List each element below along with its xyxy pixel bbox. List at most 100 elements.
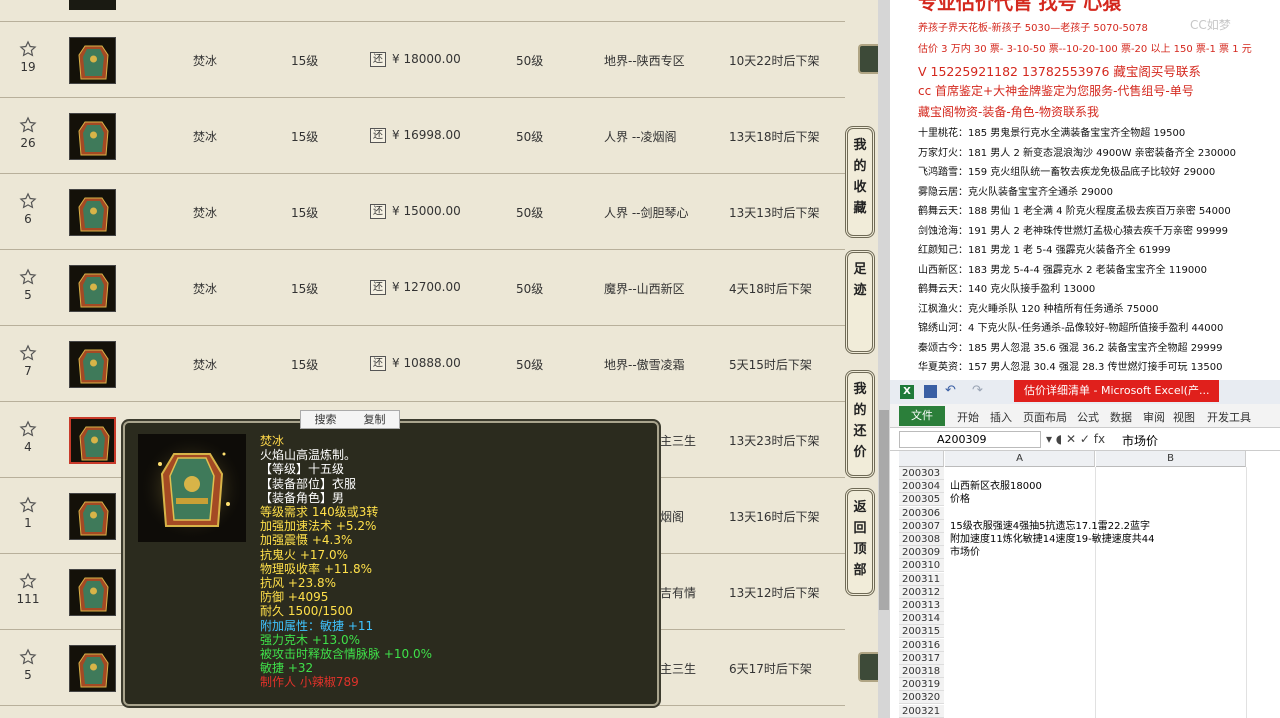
favorite-star-icon[interactable]: 111 (16, 572, 40, 606)
note-line: 秦颂古今：185 男人忽混 35.6 强混 36.2 装备宝宝齐全物超 2999… (918, 342, 1223, 354)
item-thumbnail[interactable] (69, 569, 116, 616)
row-header[interactable]: 200313 (899, 599, 944, 612)
row-header[interactable]: 200309 (899, 546, 944, 560)
item-name[interactable]: 焚冰 (193, 204, 217, 221)
item-name[interactable]: 焚冰 (193, 128, 217, 145)
favorite-count: 7 (24, 364, 32, 378)
favorite-star-icon[interactable]: 5 (16, 268, 40, 302)
save-icon[interactable] (924, 385, 937, 398)
item-level: 15级 (291, 206, 319, 220)
row-header[interactable]: 200320 (899, 691, 944, 705)
cell-a[interactable]: 山西新区衣服18000 (950, 480, 1042, 493)
name-box[interactable]: A200309 (899, 431, 1041, 448)
favorite-star-icon[interactable]: 7 (16, 344, 40, 378)
ribbon-tab[interactable]: 审阅 (1143, 409, 1165, 425)
my-favorites-button[interactable]: 我的收藏 (845, 126, 875, 238)
ribbon-tab[interactable]: 公式 (1077, 409, 1099, 425)
row-header[interactable]: 200305 (899, 493, 944, 507)
my-offers-button[interactable]: 我的还价 (845, 370, 875, 478)
column-header-corner (899, 451, 944, 467)
item-price: 还 ¥ 10888.00 (370, 356, 461, 371)
favorite-star-icon[interactable]: 4 (16, 420, 40, 454)
row-header[interactable]: 200316 (899, 638, 944, 652)
row-header[interactable]: 200307 (899, 519, 944, 533)
cell-a[interactable]: 价格 (950, 493, 970, 506)
expand-icon[interactable] (858, 44, 878, 74)
item-name[interactable]: 焚冰 (193, 356, 217, 373)
bargain-tag-icon: 还 (370, 204, 386, 219)
bargain-tag-icon: 还 (370, 356, 386, 371)
item-name[interactable]: 焚冰 (193, 280, 217, 297)
ribbon-tab[interactable]: 开始 (957, 409, 979, 425)
tooltip-line: 制作人 小辣椒789 (260, 675, 359, 690)
note-line: 飞鸿踏雪：159 克火组队统一畜牧去疾龙免极品底子比较好 29000 (918, 167, 1216, 178)
ribbon-tab[interactable]: 开发工具 (1207, 409, 1251, 425)
listing-row[interactable]: 6 焚冰 15级 还 ¥ 15000.00 50级 人界 --剑胆琴心 13天13时后下架 (0, 174, 845, 250)
row-header[interactable]: 200303 (899, 467, 944, 480)
redo-icon[interactable]: ↷ (972, 383, 983, 398)
item-thumbnail[interactable] (69, 265, 116, 312)
ribbon-tab[interactable]: 数据 (1110, 409, 1132, 425)
item-level: 15级 (291, 54, 319, 68)
row-header[interactable]: 200318 (899, 665, 944, 678)
item-thumbnail[interactable] (69, 37, 116, 84)
ribbon-tab[interactable]: 插入 (990, 409, 1012, 425)
favorite-star-icon[interactable]: 19 (16, 40, 40, 74)
expand-icon[interactable] (858, 652, 878, 682)
listing-scrollbar[interactable] (878, 0, 890, 718)
cell-a[interactable]: 市场价 (950, 546, 980, 559)
item-thumbnail[interactable] (69, 493, 116, 540)
item-thumbnail[interactable] (69, 417, 116, 464)
favorite-star-icon[interactable]: 1 (16, 496, 40, 530)
back-to-top-button[interactable]: 返回顶部 (845, 488, 875, 596)
listing-row[interactable]: 26 焚冰 15级 还 ¥ 16998.00 50级 人界 --凌烟阁 13天18时后下架 (0, 98, 845, 174)
row-header[interactable]: 200308 (899, 533, 944, 546)
ribbon-tab[interactable]: 文件 (899, 406, 945, 426)
favorite-star-icon[interactable]: 6 (16, 192, 40, 226)
favorite-star-icon[interactable]: 5 (16, 648, 40, 682)
note-line: 剑蚀沧海：191 男人 2 老神珠传世燃灯孟极心猿去疾千万亲密 99999 (918, 225, 1228, 237)
server-name: 地界--傲雪凌霜 (604, 358, 685, 372)
listing-time-left: 5天15时后下架 (729, 358, 812, 372)
item-thumbnail[interactable] (69, 341, 116, 388)
note-line: cc 首席鉴定+大神金牌鉴定为您服务-代售组号-单号 (918, 84, 1194, 98)
listing-row[interactable]: 5 焚冰 15级 还 ¥ 12700.00 50级 魔界--山西新区 4天18时后下架 (0, 250, 845, 326)
row-header[interactable]: 200321 (899, 704, 944, 718)
footprints-button[interactable]: 足迹 (845, 250, 875, 354)
row-header[interactable]: 200317 (899, 651, 944, 665)
listing-row[interactable]: 7 焚冰 15级 还 ¥ 10888.00 50级 地界--傲雪凌霜 5天15时后下架 (0, 326, 845, 402)
tooltip-line: 强力克木 +13.0% (260, 632, 360, 647)
tooltip-line: 抗鬼火 +17.0% (260, 547, 348, 562)
row-header[interactable]: 200310 (899, 559, 944, 573)
column-header-a[interactable]: A (945, 451, 1095, 467)
note-line: 万家灯火：181 男人 2 新变态混浪淘沙 4900W 亲密装备齐全 23000… (918, 147, 1237, 159)
item-thumbnail[interactable] (69, 113, 116, 160)
row-header[interactable]: 200315 (899, 625, 944, 639)
item-thumbnail[interactable] (69, 189, 116, 236)
ribbon-tab[interactable]: 视图 (1173, 409, 1195, 425)
undo-icon[interactable]: ↶ (945, 383, 956, 398)
cell-a[interactable]: 15级衣服强速4强抽5抗遗忘17.1雷22.2蓝字 (950, 520, 1150, 533)
formula-buttons[interactable]: ▾ ◖ ✕ ✓ fx (1046, 432, 1105, 446)
column-header-b[interactable]: B (1096, 451, 1246, 467)
cell-a[interactable]: 附加速度11炼化敏捷14速度19-敏捷速度共44 (950, 533, 1155, 546)
tooltip-line: 【等级】十五级 (260, 462, 345, 477)
scrollbar-thumb[interactable] (879, 410, 889, 610)
formula-input[interactable]: 市场价 (1122, 432, 1158, 449)
search-menu-item[interactable]: 搜索 (301, 411, 350, 428)
note-line: 红颜知己：181 男龙 1 老 5-4 强霹克火装备齐全 61999 (918, 245, 1171, 256)
copy-menu-item[interactable]: 复制 (350, 411, 399, 428)
previous-row-partial (0, 0, 845, 22)
listing-row[interactable]: 19 焚冰 15级 还 ¥ 18000.00 50级 地界--陕西专区 10天22时后下架 (0, 22, 878, 98)
item-name[interactable]: 焚冰 (193, 52, 217, 69)
row-header[interactable]: 200314 (899, 612, 944, 626)
item-thumbnail[interactable] (69, 645, 116, 692)
item-level: 15级 (291, 358, 319, 372)
ribbon-tab[interactable]: 页面布局 (1023, 409, 1067, 425)
row-header[interactable]: 200319 (899, 678, 944, 692)
favorite-star-icon[interactable]: 26 (16, 116, 40, 150)
row-header[interactable]: 200306 (899, 506, 944, 520)
row-header[interactable]: 200312 (899, 585, 944, 599)
row-header[interactable]: 200304 (899, 480, 944, 494)
row-header[interactable]: 200311 (899, 572, 944, 586)
